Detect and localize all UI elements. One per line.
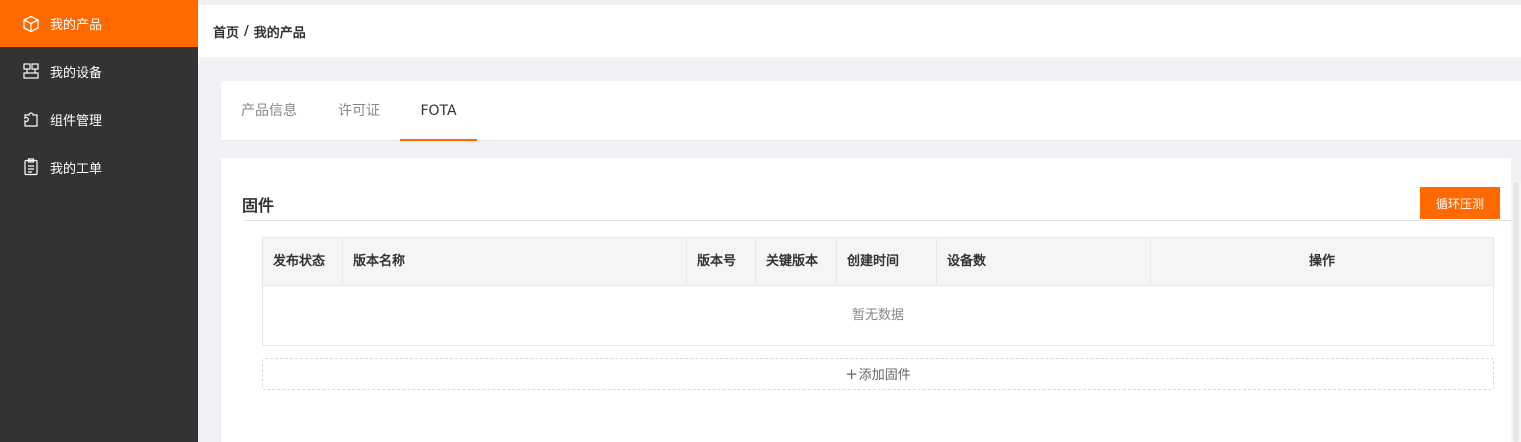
sidebar-item-label: 我的工单 — [50, 161, 103, 177]
plus-icon: + — [845, 365, 858, 383]
add-firmware-button[interactable]: +添加固件 — [262, 358, 1494, 390]
stress-test-button[interactable]: 循环压测 — [1420, 187, 1500, 219]
section-title: 固件 — [242, 196, 275, 215]
breadcrumb-current: 我的产品 — [253, 25, 306, 41]
column-header-version-number: 版本号 — [687, 238, 756, 286]
table-header: 发布状态 版本名称 版本号 关键版本 创建时间 设备数 操作 — [263, 238, 1493, 286]
column-header-actions: 操作 — [1308, 254, 1335, 269]
tab-fota[interactable]: FOTA — [400, 81, 477, 141]
vertical-scrollbar[interactable] — [1511, 182, 1521, 442]
breadcrumb: 首页 / 我的产品 — [198, 5, 1521, 57]
sidebar-item-my-devices[interactable]: 我的设备 — [0, 47, 198, 95]
sidebar-item-my-tickets[interactable]: 我的工单 — [0, 143, 198, 191]
sidebar: 我的产品 我的设备 组件管理 我的工单 — [0, 0, 198, 442]
column-header-created-time: 创建时间 — [837, 238, 937, 286]
column-header-version-name: 版本名称 — [343, 238, 687, 286]
tabs-bar: 产品信息 许可证 FOTA — [221, 81, 1521, 141]
column-header-key-version: 关键版本 — [756, 238, 837, 286]
column-header-device-count: 设备数 — [937, 238, 1151, 286]
firmware-table: 发布状态 版本名称 版本号 关键版本 创建时间 设备数 操作 暂无数据 — [262, 237, 1494, 346]
breadcrumb-home[interactable]: 首页 — [213, 22, 239, 41]
column-header-status: 发布状态 — [263, 238, 343, 286]
clipboard-icon — [22, 158, 40, 176]
section-divider — [244, 220, 1511, 221]
empty-state-text: 暂无数据 — [851, 308, 904, 323]
puzzle-icon — [22, 110, 40, 128]
sidebar-item-my-products[interactable]: 我的产品 — [0, 0, 198, 47]
tab-license[interactable]: 许可证 — [338, 81, 380, 141]
tab-product-info[interactable]: 产品信息 — [241, 81, 297, 141]
sidebar-item-label: 我的产品 — [50, 18, 103, 33]
sidebar-item-components[interactable]: 组件管理 — [0, 95, 198, 143]
sidebar-item-label: 组件管理 — [50, 113, 103, 129]
breadcrumb-separator: / — [244, 23, 249, 39]
sidebar-item-label: 我的设备 — [50, 65, 103, 81]
cube-icon — [22, 15, 40, 33]
add-firmware-label: 添加固件 — [858, 368, 911, 383]
main-area: 首页 / 我的产品 产品信息 许可证 FOTA 固件 循环压测 发布状态 版本名… — [198, 0, 1521, 442]
device-network-icon — [22, 62, 40, 80]
